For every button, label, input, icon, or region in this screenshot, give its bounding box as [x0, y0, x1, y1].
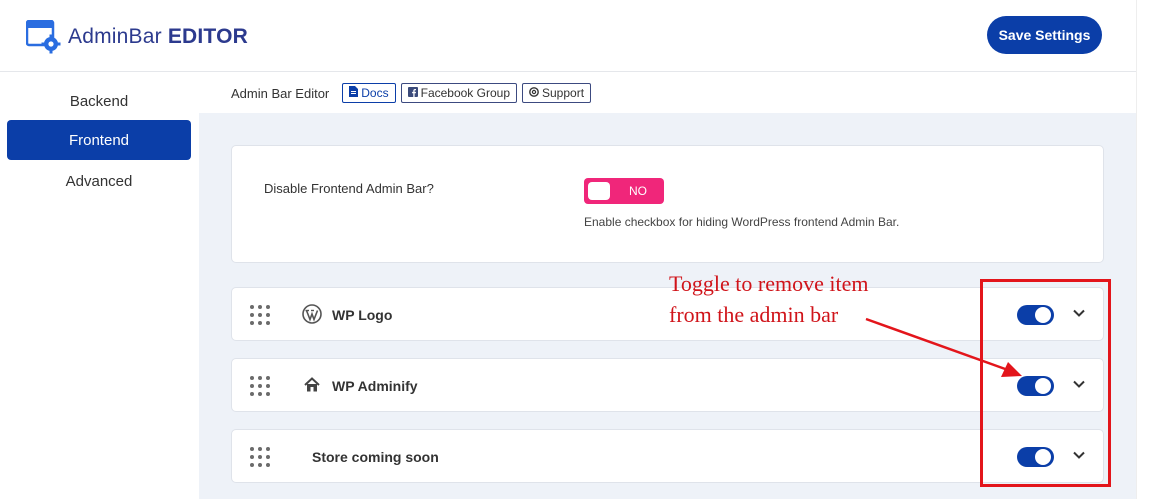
drag-handle-icon[interactable] [250, 447, 270, 467]
header: AdminBar EDITOR Save Settings [0, 0, 1136, 72]
frontend-settings-card: Disable Frontend Admin Bar? NO Enable ch… [231, 145, 1104, 263]
menu-item-toggle[interactable] [1017, 305, 1054, 325]
chevron-down-icon[interactable] [1072, 448, 1086, 462]
logo-icon [25, 19, 62, 54]
menu-item-row: WP Adminify [231, 358, 1104, 412]
switch-knob [1035, 307, 1051, 323]
support-label: Support [542, 86, 585, 100]
document-icon [349, 86, 359, 100]
facebook-icon [407, 86, 418, 100]
breadcrumb-title: Admin Bar Editor [231, 85, 330, 101]
logo-text-bold: EDITOR [167, 25, 248, 48]
sidebar: Backend Frontend Advanced [0, 73, 199, 499]
docs-label: Docs [361, 86, 389, 100]
facebook-group-link[interactable]: Facebook Group [400, 83, 517, 103]
sidebar-item-frontend[interactable]: Frontend [7, 120, 191, 160]
drag-handle-icon[interactable] [250, 305, 270, 325]
menu-item-row: WP Logo [231, 287, 1104, 341]
chevron-down-icon[interactable] [1072, 377, 1086, 391]
sidebar-item-backend[interactable]: Backend [7, 81, 191, 121]
scrollbar-gutter [1136, 0, 1150, 499]
wordpress-icon [302, 304, 322, 324]
drag-handle-icon[interactable] [250, 376, 270, 396]
menu-item-toggle[interactable] [1017, 376, 1054, 396]
docs-link[interactable]: Docs [342, 83, 396, 103]
disable-admin-bar-help: Enable checkbox for hiding WordPress fro… [584, 215, 900, 229]
toggle-state-label: NO [629, 184, 647, 198]
home-icon [302, 375, 322, 395]
logo[interactable]: AdminBar EDITOR [25, 19, 248, 54]
facebook-group-label: Facebook Group [420, 86, 510, 100]
menu-item-row: Store coming soon [231, 429, 1104, 483]
menu-item-toggle[interactable] [1017, 447, 1054, 467]
switch-knob [1035, 449, 1051, 465]
lifebuoy-icon [529, 86, 539, 100]
save-settings-button[interactable]: Save Settings [987, 16, 1102, 54]
support-link[interactable]: Support [522, 83, 592, 103]
chevron-down-icon[interactable] [1072, 306, 1086, 320]
disable-admin-bar-toggle[interactable]: NO [584, 178, 664, 204]
menu-item-label: WP Adminify [332, 378, 418, 394]
annotation-callout: Toggle to remove item from the admin bar [669, 268, 868, 330]
breadcrumb-bar: Admin Bar Editor Docs Facebook Group Sup… [199, 73, 1136, 113]
logo-text-light: AdminBar [68, 25, 162, 48]
annotation-line-2: from the admin bar [669, 302, 839, 327]
annotation-line-1: Toggle to remove item [669, 271, 869, 296]
content-area: Disable Frontend Admin Bar? NO Enable ch… [199, 113, 1136, 499]
menu-item-label: Store coming soon [312, 449, 439, 465]
logo-text: AdminBar EDITOR [68, 25, 248, 49]
menu-item-label: WP Logo [332, 307, 393, 323]
switch-knob [1035, 378, 1051, 394]
sidebar-item-advanced[interactable]: Advanced [7, 161, 191, 201]
disable-admin-bar-label: Disable Frontend Admin Bar? [264, 181, 434, 196]
toggle-knob [588, 182, 610, 200]
